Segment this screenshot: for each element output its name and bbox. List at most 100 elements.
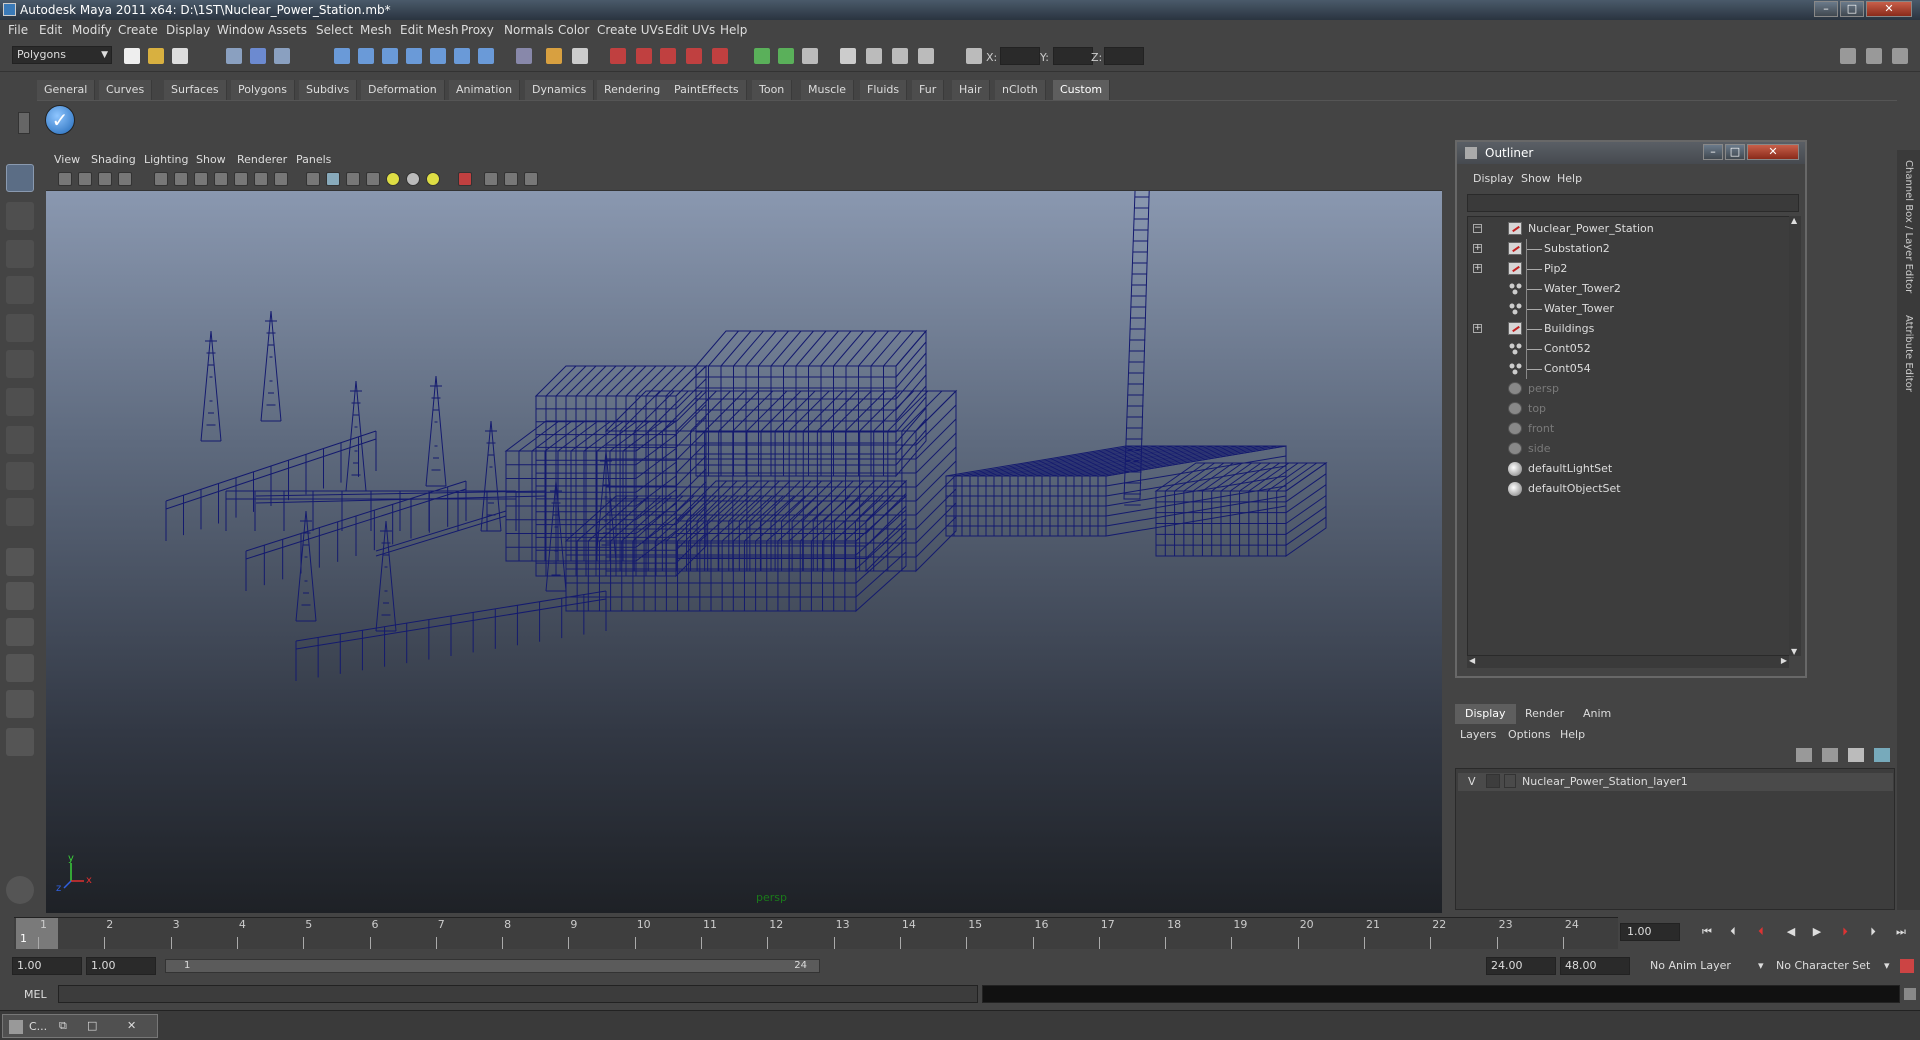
outliner-persp-layout-icon[interactable] [6,618,34,646]
move-layer-down-icon[interactable] [1822,748,1838,762]
show-manipulator-icon[interactable] [6,462,34,490]
command-language-label[interactable]: MEL [24,988,47,1001]
snap-point-icon[interactable] [382,48,398,64]
new-layer-selected-icon[interactable] [1874,748,1890,762]
vp-menu-renderer[interactable]: Renderer [237,153,287,166]
play-backward-icon[interactable]: ◀ [1782,925,1800,939]
wireframe-on-shaded-icon[interactable] [346,172,360,186]
shelf-tab-hair[interactable]: Hair [952,80,990,100]
move-layer-up-icon[interactable] [1796,748,1812,762]
gesture-icon[interactable] [6,876,34,904]
outliner-item[interactable]: side [1468,439,1778,459]
last-tool-icon[interactable] [6,498,34,526]
menu-select[interactable]: Select [316,23,353,37]
use-all-lights-icon[interactable] [406,172,420,186]
step-back-key-icon[interactable]: ⏴ [1724,925,1742,939]
vp-menu-panels[interactable]: Panels [296,153,331,166]
selection-field-icon[interactable] [572,48,588,64]
save-scene-icon[interactable] [172,48,188,64]
xray-components-icon[interactable] [524,172,538,186]
hypershade-icon[interactable] [840,48,856,64]
expand-icon[interactable]: + [1473,244,1482,253]
render-view-icon[interactable] [754,48,770,64]
smooth-shade-icon[interactable] [326,172,340,186]
anim-start-field[interactable]: 1.00 [12,957,82,975]
snap-curve-icon[interactable] [358,48,374,64]
anim-end-field[interactable]: 48.00 [1560,957,1630,975]
layer-tab-anim[interactable]: Anim [1573,704,1621,724]
outliner-minimize-button[interactable]: – [1703,144,1723,160]
restore-icon[interactable]: ⧉ [59,1019,67,1033]
anim-layer-dropdown[interactable]: No Anim Layer [1650,957,1760,975]
shelf-tab-fur[interactable]: Fur [912,80,945,100]
layer-visibility-toggle[interactable]: V [1468,775,1476,788]
use-default-light-icon[interactable] [386,172,400,186]
play-forward-icon[interactable]: ▶ [1808,925,1826,939]
field-chart-icon[interactable] [234,172,248,186]
step-forward-key-icon[interactable]: ⏵ [1864,925,1882,939]
select-component-icon[interactable] [274,48,290,64]
checkmark-shelf-icon[interactable]: ✓ [45,105,75,135]
outliner-item[interactable]: defaultLightSet [1468,459,1778,479]
menu-normals[interactable]: Normals [504,23,554,37]
ipr-icon[interactable] [686,48,702,64]
render-icon[interactable] [712,48,728,64]
outliner-item[interactable]: persp [1468,379,1778,399]
expand-icon[interactable]: + [1473,264,1482,273]
command-input[interactable] [58,985,978,1003]
select-camera-icon[interactable] [58,172,72,186]
open-scene-icon[interactable] [148,48,164,64]
menu-mesh[interactable]: Mesh [360,23,392,37]
outliner-vertical-scrollbar[interactable]: ▲ ▼ [1789,216,1801,656]
expand-icon[interactable]: + [1473,324,1482,333]
menu-color[interactable]: Color [558,23,589,37]
go-to-end-icon[interactable]: ⏭ [1892,925,1910,939]
outliner-horizontal-scrollbar[interactable]: ◀ ▶ [1467,656,1789,668]
rotate-tool-icon[interactable] [6,314,34,342]
snap-surface-icon[interactable] [430,48,446,64]
scroll-up-icon[interactable]: ▲ [1791,216,1797,225]
toggle-channel-box-icon[interactable] [1892,48,1908,64]
grid-toggle-icon[interactable] [154,172,168,186]
chevron-down-icon[interactable]: ▾ [1758,957,1770,975]
step-back-frame-icon[interactable]: ⏴ [1752,925,1770,939]
xray-joints-icon[interactable] [504,172,518,186]
select-hierarchy-icon[interactable] [226,48,242,64]
image-plane-icon[interactable] [118,172,132,186]
persp-graph-layout-icon[interactable] [6,654,34,682]
character-set-dropdown[interactable]: No Character Set [1776,957,1880,975]
vp-menu-shading[interactable]: Shading [91,153,136,166]
toggle-attribute-editor-icon[interactable] [1840,48,1856,64]
close-button[interactable]: ✕ [1866,1,1912,17]
playback-start-field[interactable]: 1.00 [86,957,156,975]
vp-menu-lighting[interactable]: Lighting [144,153,188,166]
shelf-menu-icon[interactable] [18,112,30,134]
camera-attributes-icon[interactable] [78,172,92,186]
four-pane-layout-icon[interactable] [6,582,34,610]
snap-plane-icon[interactable] [406,48,422,64]
shelf-tab-subdivs[interactable]: Subdivs [299,80,358,100]
outliner-icon[interactable] [892,48,908,64]
film-gate-icon[interactable] [174,172,188,186]
shelf-tab-ncloth[interactable]: nCloth [995,80,1046,100]
minimized-window[interactable]: C... ⧉ □ ✕ [2,1014,158,1038]
shelf-tab-deformation[interactable]: Deformation [361,80,445,100]
ipr-render-icon[interactable] [778,48,794,64]
menu-edit-uvs[interactable]: Edit UVs [665,23,715,37]
collapse-icon[interactable]: − [1473,224,1482,233]
scroll-left-icon[interactable]: ◀ [1469,656,1475,665]
new-scene-icon[interactable] [124,48,140,64]
select-tool-icon[interactable] [6,164,34,192]
menu-edit-mesh[interactable]: Edit Mesh [400,23,459,37]
go-to-start-icon[interactable]: ⏮ [1698,925,1716,939]
outliner-item[interactable]: + Buildings [1468,319,1778,339]
x-field[interactable] [1000,47,1040,65]
hypershade-persp-layout-icon[interactable] [6,690,34,718]
outliner-item[interactable]: defaultObjectSet [1468,479,1778,499]
outliner-filter-field[interactable] [1467,194,1799,212]
shelf-tab-fluids[interactable]: Fluids [860,80,908,100]
safe-action-icon[interactable] [254,172,268,186]
layer-menu-options[interactable]: Options [1508,728,1550,741]
shelf-tab-rendering[interactable]: Rendering [597,80,669,100]
y-field[interactable] [1053,47,1093,65]
